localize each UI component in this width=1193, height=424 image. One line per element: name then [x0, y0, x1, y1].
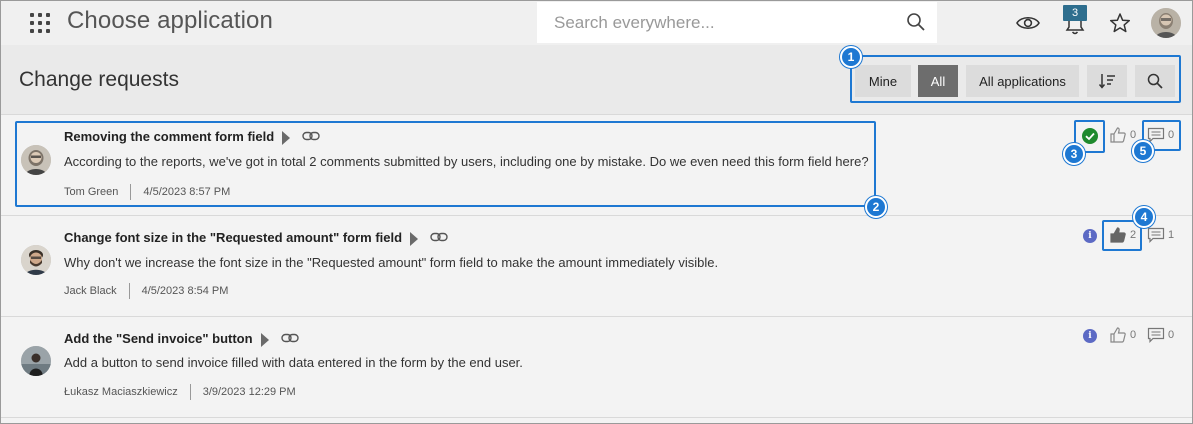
author-avatar [21, 245, 51, 275]
search-icon[interactable] [906, 12, 926, 37]
search-requests-button[interactable] [1135, 65, 1175, 97]
request-row[interactable]: Change font size in the "Requested amoun… [1, 217, 1192, 317]
comment-icon [1147, 227, 1165, 243]
request-meta: Jack Black 4/5/2023 8:54 PM [64, 283, 228, 299]
request-date: 3/9/2023 12:29 PM [202, 386, 296, 398]
app-window: Choose application 3 Change requests Min… [0, 0, 1193, 424]
all-filter-button[interactable]: All [918, 65, 958, 97]
request-title[interactable]: Add the "Send invoice" button [64, 331, 253, 346]
request-title-line: Change font size in the "Requested amoun… [64, 230, 448, 246]
request-date: 4/5/2023 8:54 PM [141, 285, 229, 297]
link-icon[interactable] [280, 332, 299, 347]
author-avatar [21, 346, 51, 376]
annotation-box-request-item [15, 121, 876, 207]
filter-toolbar: Mine All All applications [850, 55, 1181, 103]
search-icon [1147, 73, 1163, 89]
request-row[interactable]: Add the "Send invoice" button Add a butt… [1, 318, 1192, 418]
divider [128, 283, 130, 299]
comments-button[interactable]: 1 [1147, 227, 1174, 243]
user-avatar[interactable] [1151, 8, 1181, 38]
thumbs-up-icon [1110, 127, 1126, 143]
page-title: Change requests [19, 68, 179, 91]
thumbs-up-icon [1110, 327, 1126, 343]
comment-icon [1147, 327, 1165, 343]
divider [189, 384, 191, 400]
annotation-marker-4: 4 [1133, 206, 1155, 228]
request-title-line: Add the "Send invoice" button [64, 331, 299, 347]
info-icon[interactable]: i [1083, 229, 1097, 243]
app-title[interactable]: Choose application [67, 7, 273, 35]
annotation-marker-2: 2 [865, 196, 887, 218]
comment-count: 0 [1168, 329, 1175, 341]
like-button[interactable]: 0 [1109, 126, 1136, 144]
request-meta: Łukasz Maciaszkiewicz 3/9/2023 12:29 PM [64, 384, 296, 400]
sort-icon [1098, 74, 1115, 89]
mine-filter-button[interactable]: Mine [855, 65, 911, 97]
like-count: 0 [1130, 129, 1137, 141]
annotation-marker-3: 3 [1063, 143, 1085, 165]
link-icon[interactable] [430, 231, 448, 246]
notification-count-badge: 3 [1063, 5, 1087, 21]
author-name: Łukasz Maciaszkiewicz [64, 386, 178, 398]
play-icon[interactable] [260, 332, 269, 347]
request-title[interactable]: Change font size in the "Requested amoun… [64, 230, 402, 245]
sort-button[interactable] [1087, 65, 1127, 97]
author-name: Jack Black [64, 285, 117, 297]
star-icon[interactable] [1106, 9, 1134, 37]
search-input[interactable] [554, 11, 894, 35]
top-bar: Choose application 3 [1, 1, 1192, 45]
eye-icon[interactable] [1014, 9, 1042, 37]
global-search [537, 2, 937, 43]
notifications-button[interactable]: 3 [1061, 5, 1089, 37]
comment-count: 1 [1168, 229, 1175, 241]
app-launcher-icon[interactable] [30, 13, 50, 33]
all-applications-filter-button[interactable]: All applications [966, 65, 1079, 97]
request-description: Why don't we increase the font size in t… [64, 255, 719, 270]
annotation-marker-1: 1 [840, 46, 862, 68]
page-header: Change requests Mine All All application… [1, 45, 1192, 115]
comments-button[interactable]: 0 [1147, 327, 1174, 343]
info-icon[interactable]: i [1083, 329, 1097, 343]
like-count: 0 [1130, 329, 1137, 341]
play-icon[interactable] [410, 231, 419, 246]
like-button[interactable]: 0 [1109, 326, 1136, 344]
request-description: Add a button to send invoice filled with… [64, 355, 523, 370]
annotation-marker-5: 5 [1132, 140, 1154, 162]
